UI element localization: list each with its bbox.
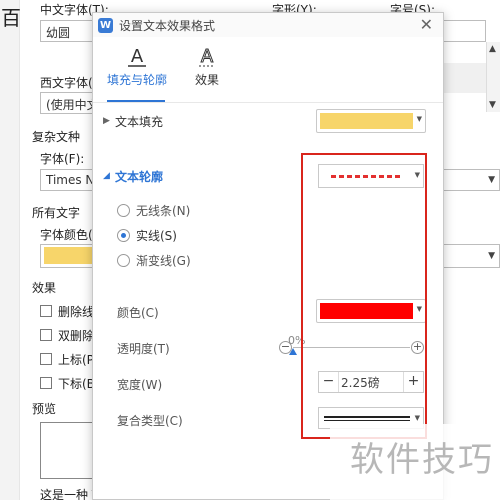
- text-fill-label: 文本填充: [115, 114, 164, 129]
- dialog-title: 设置文本效果格式: [119, 19, 216, 33]
- superscript-checkbox[interactable]: [40, 353, 52, 365]
- outline-color-dropdown[interactable]: ▼: [316, 299, 426, 323]
- chevron-down-icon: ▼: [414, 414, 420, 422]
- tab-fill-and-outline[interactable]: A 填充与轮廓: [105, 41, 169, 88]
- solid-line-radio[interactable]: [117, 228, 130, 242]
- no-line-radio[interactable]: [117, 203, 130, 217]
- underline-color-select[interactable]: ▼: [444, 244, 500, 268]
- text-outline-label: 文本轮廓: [115, 169, 164, 184]
- text-fill-icon: A: [128, 46, 146, 67]
- dialog-tabs: A 填充与轮廓 A 效果: [93, 41, 443, 103]
- complex-font-label: 复杂文种: [32, 130, 81, 144]
- double-strikethrough-label: 双删除: [58, 329, 95, 343]
- collapsed-arrow-icon: ▶: [103, 116, 110, 126]
- text-outline-section[interactable]: ◢ 文本轮廓: [103, 166, 163, 186]
- superscript-label: 上标(P: [58, 353, 94, 367]
- tab-divider: [93, 102, 443, 103]
- annotation-highlight-box: [301, 153, 427, 439]
- double-strikethrough-checkbox[interactable]: [40, 329, 52, 341]
- expanded-arrow-icon: ◢: [103, 171, 110, 181]
- width-stepper[interactable]: − +: [318, 371, 424, 393]
- color-label: 颜色(C): [117, 306, 159, 320]
- text-fill-color-swatch: [320, 113, 413, 129]
- gradient-line-label: 渐变线(G): [136, 253, 191, 268]
- font-size-list: [444, 63, 486, 93]
- width-increase-button[interactable]: +: [403, 372, 423, 392]
- watermark-text: 软件技巧: [350, 440, 494, 480]
- svg-text:A: A: [201, 46, 214, 67]
- compound-line-preview-thin: [324, 420, 410, 421]
- increase-transparency-button[interactable]: +: [411, 341, 424, 354]
- dialog-titlebar[interactable]: W 设置文本效果格式 ✕: [93, 13, 443, 37]
- dash-line-preview: [331, 175, 403, 178]
- font-label: 字体(F):: [40, 152, 85, 166]
- preview-label: 预览: [32, 402, 57, 416]
- font-size-input[interactable]: [444, 20, 486, 42]
- preview-box: [40, 422, 98, 479]
- strikethrough-checkbox[interactable]: [40, 305, 52, 317]
- complex-font-select[interactable]: Times N: [40, 169, 100, 191]
- no-line-label: 无线条(N): [136, 203, 191, 218]
- slider-thumb[interactable]: [289, 348, 297, 355]
- width-input[interactable]: [341, 374, 401, 390]
- svg-text:A: A: [131, 46, 144, 67]
- complex-size-select[interactable]: ▼: [444, 169, 500, 191]
- no-line-option[interactable]: 无线条(N): [117, 201, 190, 219]
- chinese-font-select[interactable]: 幼圆: [40, 20, 100, 42]
- outline-color-swatch: [320, 303, 413, 319]
- gradient-line-option[interactable]: 渐变线(G): [117, 251, 191, 269]
- compound-type-label: 复合类型(C): [117, 414, 183, 428]
- subscript-label: 下标(B: [58, 377, 95, 391]
- chevron-down-icon: ▼: [414, 171, 420, 179]
- subscript-checkbox[interactable]: [40, 377, 52, 389]
- text-fill-color-dropdown[interactable]: ▼: [316, 109, 426, 133]
- font-color-swatch: [44, 247, 96, 264]
- font-color-label: 字体颜色(: [40, 228, 93, 242]
- transparency-value: 0%: [288, 334, 306, 347]
- document-left-strip: [0, 0, 20, 500]
- transparency-slider[interactable]: − 0% +: [279, 334, 425, 360]
- solid-line-label: 实线(S): [136, 228, 177, 243]
- effects-label: 效果: [32, 281, 57, 295]
- western-font-select[interactable]: (使用中文: [40, 92, 100, 114]
- chevron-down-icon: ▼: [416, 115, 422, 123]
- tab-fill-label: 填充与轮廓: [106, 73, 167, 87]
- width-label: 宽度(W): [117, 378, 163, 392]
- tab-effects[interactable]: A 效果: [185, 41, 229, 88]
- document-character: 百: [1, 6, 21, 30]
- all-text-label: 所有文字: [32, 206, 81, 220]
- chevron-down-icon: ▼: [416, 305, 422, 313]
- text-effect-icon: A: [199, 46, 215, 68]
- slider-track[interactable]: [293, 347, 410, 348]
- outline-dash-type-dropdown[interactable]: ▼: [318, 164, 424, 188]
- compound-line-preview: [324, 416, 410, 418]
- close-icon[interactable]: ✕: [420, 15, 433, 34]
- wps-logo-icon: W: [98, 18, 113, 33]
- transparency-label: 透明度(T): [117, 342, 170, 356]
- text-fill-section[interactable]: ▶ 文本填充: [103, 111, 163, 131]
- width-decrease-button[interactable]: −: [319, 372, 339, 392]
- gradient-line-radio[interactable]: [117, 253, 130, 267]
- strikethrough-label: 删除线: [58, 305, 95, 319]
- solid-line-option[interactable]: 实线(S): [117, 226, 177, 244]
- font-size-scrollbar[interactable]: ▲ ▼: [486, 42, 500, 112]
- tab-effects-label: 效果: [194, 73, 219, 87]
